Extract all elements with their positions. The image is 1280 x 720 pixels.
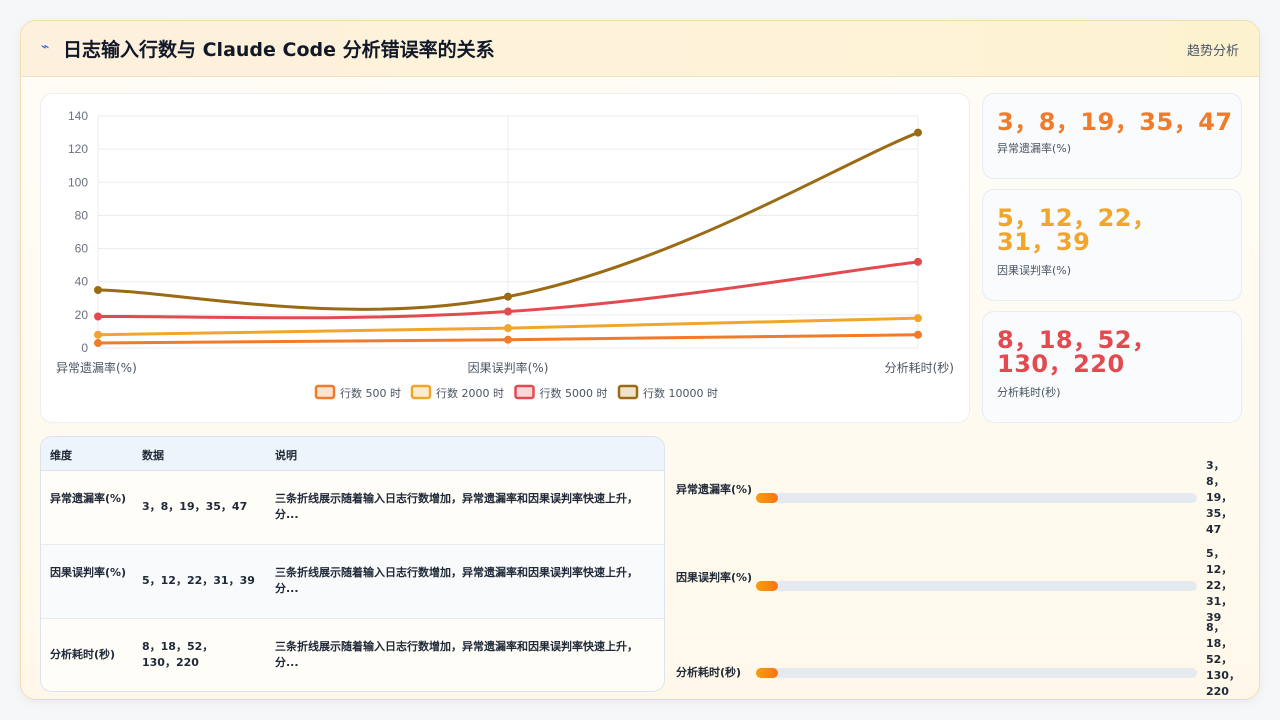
stat-value: 3，8，19，35，47 <box>997 108 1233 136</box>
table-row: 因果误判率(%) 5，12，22，31，39 三条折线展示随着输入日志行数增加，… <box>41 545 664 619</box>
progress-track <box>756 493 1197 503</box>
progress-value: 5，12，22，31，39 <box>1206 547 1233 624</box>
legend-label: 行数 2000 时 <box>436 387 504 400</box>
stat-value: 5，12，22，31，39 <box>997 204 1157 256</box>
data-point <box>94 286 102 294</box>
legend-swatch <box>617 384 639 400</box>
table-cell: 因果误判率(%) <box>50 566 127 579</box>
stat-card-missing-rate: 3，8，19，35，47 异常遗漏率(%) <box>982 93 1242 179</box>
progress-bars: 异常遗漏率(%) 3，8，19，35，47 因果误判率(%) 5，12，22，3… <box>676 436 1240 698</box>
column-header: 说明 <box>275 449 297 462</box>
progress-fill <box>756 493 779 503</box>
y-tick-label: 40 <box>75 275 89 289</box>
page-title: 日志输入行数与 Claude Code 分析错误率的关系 <box>63 39 495 61</box>
data-point <box>504 307 512 316</box>
table-cell: 分析耗时(秒) <box>50 648 116 661</box>
stat-card-analysis-time: 8，18，52，130，220 分析耗时(秒) <box>982 311 1242 423</box>
y-tick-label: 120 <box>68 142 88 156</box>
table-row: 异常遗漏率(%) 3，8，19，35，47 三条折线展示随着输入日志行数增加，异… <box>41 471 664 545</box>
data-point <box>504 335 512 344</box>
line-chart: 0 20 40 60 80 100 120 140 异常遗漏率(%) 因果误判率(%) 分析耗时(秒… <box>56 109 954 400</box>
stat-label: 异常遗漏率(%) <box>997 142 1072 155</box>
table-cell: 3，8，19，35，47 <box>142 500 248 513</box>
legend-swatch <box>410 384 432 400</box>
legend-label: 行数 5000 时 <box>540 387 608 400</box>
y-tick-label: 20 <box>75 308 89 322</box>
y-tick-label: 100 <box>68 175 88 189</box>
stat-card-causal-error: 5，12，22，31，39 因果误判率(%) <box>982 189 1242 301</box>
table-cell: 异常遗漏率(%) <box>50 492 127 505</box>
legend-label: 行数 500 时 <box>340 387 401 400</box>
data-point <box>914 314 922 323</box>
y-tick-label: 60 <box>75 242 89 256</box>
stat-label: 因果误判率(%) <box>997 264 1072 277</box>
dashboard-panel: ⌁ 日志输入行数与 Claude Code 分析错误率的关系 趋势分析 0 20 4… <box>20 20 1260 700</box>
progress-value: 3，8，19，35，47 <box>1206 459 1233 536</box>
y-tick-label: 140 <box>68 109 88 123</box>
x-tick-label: 异常遗漏率(%) <box>56 360 137 375</box>
progress-row: 分析耗时(秒) 8，18，52，130，220 <box>676 620 1240 698</box>
data-point <box>504 292 512 301</box>
line-chart-card: 0 20 40 60 80 100 120 140 异常遗漏率(%) 因果误判率(%) 分析耗时(秒… <box>40 93 970 423</box>
y-tick-label: 80 <box>75 208 89 222</box>
table-cell: 三条折线展示随着输入日志行数增加，异常遗漏率和因果误判率快速上升，分... <box>275 566 638 595</box>
x-tick-label: 因果误判率(%) <box>468 360 549 375</box>
data-point <box>914 128 922 137</box>
x-tick-label: 分析耗时(秒) <box>885 361 954 375</box>
data-table: 维度 数据 说明 异常遗漏率(%) 3，8，19，35，47 三条折线展示随着输… <box>40 436 665 692</box>
progress-track <box>756 581 1197 591</box>
table-cell: 三条折线展示随着输入日志行数增加，异常遗漏率和因果误判率快速上升，分... <box>275 492 638 521</box>
data-point <box>94 330 102 339</box>
progress-label: 异常遗漏率(%) <box>676 483 753 496</box>
legend-swatch <box>314 384 336 400</box>
stat-label: 分析耗时(秒) <box>997 386 1061 399</box>
trend-analysis-tab[interactable]: 趋势分析 <box>1187 40 1239 59</box>
progress-row: 异常遗漏率(%) 3，8，19，35，47 <box>676 458 1236 536</box>
column-header: 数据 <box>142 449 164 462</box>
legend-label: 行数 10000 时 <box>643 387 718 400</box>
stat-value: 8，18，52，130，220 <box>997 326 1157 378</box>
progress-fill <box>756 668 779 678</box>
header: ⌁ 日志输入行数与 Claude Code 分析错误率的关系 趋势分析 <box>21 21 1259 77</box>
y-tick-label: 0 <box>81 341 88 355</box>
column-header: 维度 <box>50 449 72 462</box>
table-cell: 5，12，22，31，39 <box>142 574 255 587</box>
data-point <box>914 257 922 266</box>
table-cell: 三条折线展示随着输入日志行数增加，异常遗漏率和因果误判率快速上升，分... <box>275 640 638 669</box>
lightning-icon: ⌁ <box>41 39 50 55</box>
data-point <box>94 339 102 348</box>
progress-fill <box>756 581 779 591</box>
legend-swatch <box>514 384 535 400</box>
table-cell: 8，18，52，130，220 <box>142 640 214 669</box>
progress-label: 分析耗时(秒) <box>676 666 742 679</box>
data-point <box>504 324 512 333</box>
data-point <box>914 330 922 339</box>
progress-row: 因果误判率(%) 5，12，22，31，39 <box>676 546 1236 624</box>
progress-label: 因果误判率(%) <box>676 571 753 584</box>
table-row: 分析耗时(秒) 8，18，52，130，220 三条折线展示随着输入日志行数增加… <box>41 619 664 691</box>
progress-track <box>756 668 1197 678</box>
data-point <box>94 312 102 321</box>
table-header: 维度 数据 说明 <box>41 437 664 471</box>
progress-value: 8，18，52，130，220 <box>1206 621 1240 698</box>
